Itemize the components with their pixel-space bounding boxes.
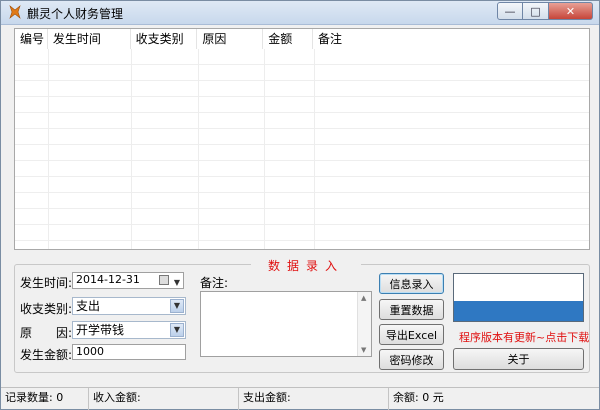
scroll-down-icon[interactable]: ▼ [361, 346, 366, 354]
close-icon: ✕ [565, 4, 576, 18]
memo-scrollbar[interactable]: ▲ ▼ [357, 292, 371, 356]
promo-bar [454, 301, 583, 321]
minimize-button[interactable]: — [497, 2, 523, 20]
window-title: 麒灵个人财务管理 [27, 7, 124, 21]
column-header-reason[interactable]: 原因 [197, 29, 264, 49]
about-button[interactable]: 关于 [453, 348, 584, 370]
export-excel-button[interactable]: 导出Excel [379, 324, 444, 345]
table-body [15, 49, 589, 249]
table-header: 编号 发生时间 收支类别 原因 金额 备注 [15, 29, 589, 49]
category-label: 收支类别: [20, 302, 73, 316]
category-select[interactable]: 支出 ▼ [72, 297, 186, 315]
records-table[interactable]: 编号 发生时间 收支类别 原因 金额 备注 [14, 28, 590, 250]
reset-button[interactable]: 重置数据 [379, 299, 444, 320]
reason-value: 开学带钱 [76, 323, 125, 337]
date-value: 2014-12-31 [76, 273, 140, 286]
column-header-amount[interactable]: 金额 [263, 29, 314, 49]
reason-label: 原 因: [20, 326, 73, 340]
date-label: 发生时间: [20, 276, 73, 290]
column-header-category[interactable]: 收支类别 [131, 29, 198, 49]
calendar-icon[interactable] [159, 275, 169, 285]
scroll-up-icon[interactable]: ▲ [361, 294, 366, 302]
chevron-down-icon[interactable]: ▼ [174, 276, 180, 290]
maximize-button[interactable]: □ [523, 2, 549, 20]
maximize-icon: □ [530, 4, 541, 18]
group-title: 数据录入 [251, 257, 361, 274]
status-bar: 记录数量: 0 收入金额: 支出金额: 余额: 0 元 [1, 387, 599, 410]
main-window: 麒灵个人财务管理 — □ ✕ 编号 发生时间 收支类别 原因 金额 备注 数据录… [0, 0, 600, 410]
reason-select[interactable]: 开学带钱 ▼ [72, 321, 186, 339]
amount-label: 发生金额: [20, 348, 73, 362]
promo-panel[interactable] [453, 273, 584, 322]
amount-input[interactable]: 1000 [72, 344, 186, 360]
column-header-id[interactable]: 编号 [15, 29, 48, 49]
title-bar[interactable]: 麒灵个人财务管理 — □ ✕ [1, 1, 599, 25]
memo-textarea[interactable]: ▲ ▼ [200, 291, 372, 357]
status-record-count: 记录数量: 0 [1, 388, 89, 410]
date-picker[interactable]: 2014-12-31 ▼ [72, 272, 184, 289]
status-expense: 支出金额: [239, 388, 389, 410]
chevron-down-icon[interactable]: ▼ [170, 299, 184, 313]
column-header-time[interactable]: 发生时间 [48, 29, 131, 49]
minimize-icon: — [504, 4, 516, 18]
app-logo-icon [9, 5, 21, 19]
status-balance: 余额: 0 元 [393, 391, 444, 404]
memo-label: 备注: [200, 276, 229, 290]
change-password-button[interactable]: 密码修改 [379, 349, 444, 370]
close-button[interactable]: ✕ [549, 2, 593, 20]
status-income: 收入金额: [89, 388, 239, 410]
category-value: 支出 [76, 299, 101, 313]
chevron-down-icon[interactable]: ▼ [170, 323, 184, 337]
update-link[interactable]: 程序版本有更新~点击下载 [459, 329, 589, 345]
info-entry-button[interactable]: 信息录入 [379, 273, 444, 294]
amount-value: 1000 [76, 345, 104, 358]
column-header-memo[interactable]: 备注 [313, 29, 589, 49]
